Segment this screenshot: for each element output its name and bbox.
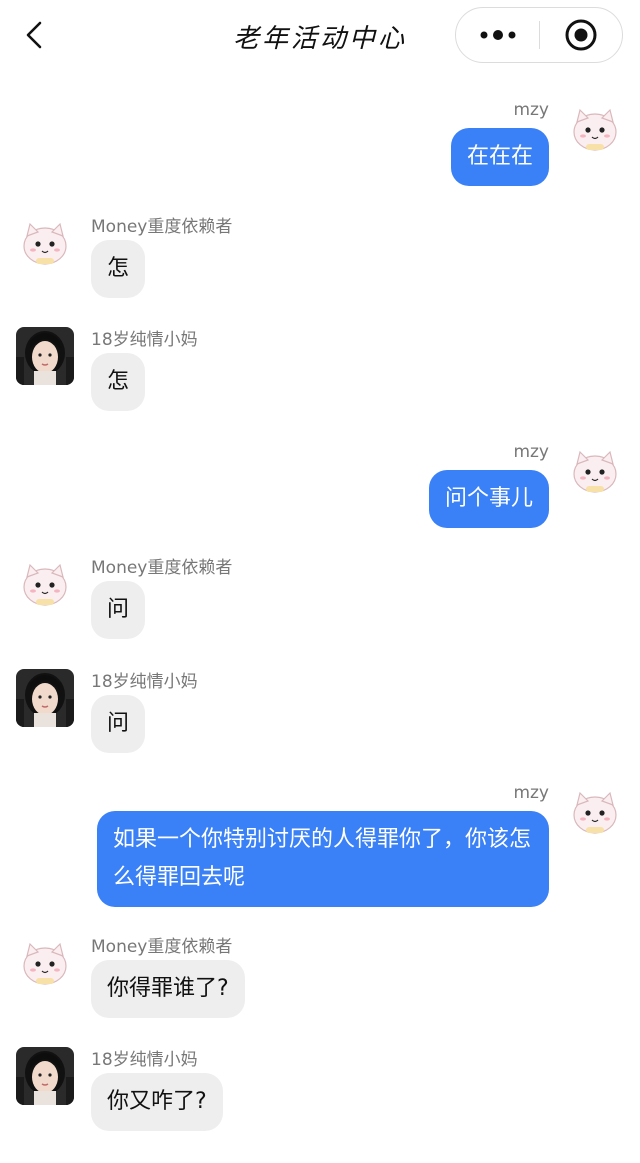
- message-bubble[interactable]: 问: [91, 581, 146, 639]
- cat-avatar-icon[interactable]: [16, 934, 74, 992]
- sender-name: mzy: [513, 100, 549, 120]
- girl-avatar-icon[interactable]: [16, 1047, 74, 1105]
- sender-name: mzy: [513, 783, 549, 803]
- cat-avatar-icon[interactable]: [566, 783, 624, 841]
- mini-program-capsule: [455, 7, 623, 63]
- sender-name: 18岁纯情小妈: [91, 672, 198, 692]
- target-icon: [565, 19, 597, 51]
- sender-name: Money重度依赖者: [91, 558, 233, 578]
- cat-avatar-icon[interactable]: [566, 442, 624, 500]
- message-bubble[interactable]: 你又咋了?: [91, 1073, 223, 1131]
- top-bar: 老年活动中心: [0, 0, 640, 72]
- sender-name: 18岁纯情小妈: [91, 330, 198, 350]
- girl-avatar-icon[interactable]: [16, 669, 74, 727]
- cat-avatar-icon[interactable]: [566, 100, 624, 158]
- close-mini-program-button[interactable]: [540, 8, 622, 62]
- more-dots-icon: [480, 30, 515, 40]
- message-bubble[interactable]: 如果一个你特别讨厌的人得罪你了，你该怎么得罪回去呢: [97, 811, 549, 907]
- message-bubble[interactable]: 怎: [91, 353, 146, 411]
- sender-name: Money重度依赖者: [91, 937, 233, 957]
- message-bubble[interactable]: 怎: [91, 240, 146, 298]
- more-button[interactable]: [456, 8, 539, 62]
- sender-name: mzy: [513, 442, 549, 462]
- message-bubble[interactable]: 问个事儿: [428, 470, 549, 528]
- message-bubble[interactable]: 在在在: [450, 128, 549, 186]
- cat-avatar-icon[interactable]: [16, 555, 74, 613]
- message-bubble[interactable]: 你得罪谁了?: [91, 960, 245, 1018]
- sender-name: Money重度依赖者: [91, 217, 233, 237]
- message-bubble[interactable]: 问: [91, 695, 146, 753]
- cat-avatar-icon[interactable]: [16, 214, 74, 272]
- girl-avatar-icon[interactable]: [16, 327, 74, 385]
- sender-name: 18岁纯情小妈: [91, 1050, 198, 1070]
